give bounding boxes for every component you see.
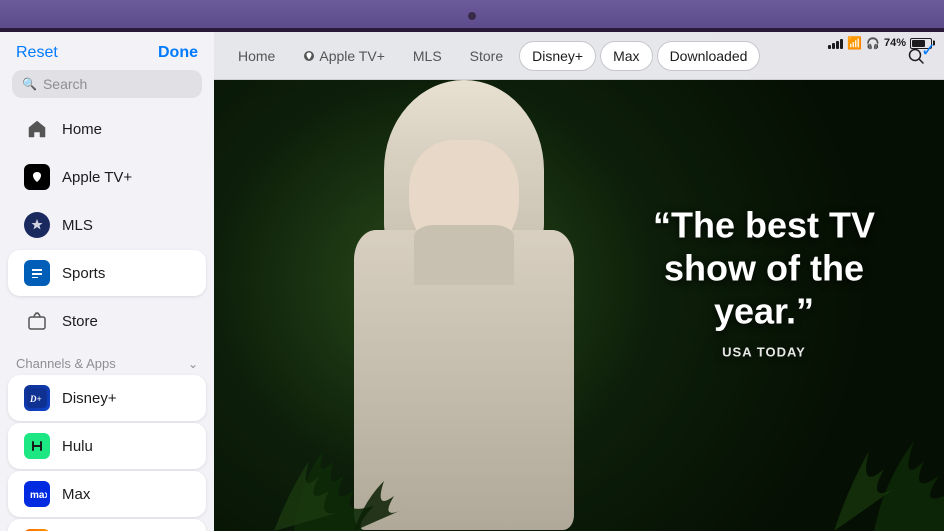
sidebar-item-home-label: Home: [62, 121, 102, 138]
tab-mls[interactable]: MLS: [401, 42, 454, 70]
channels-section-header[interactable]: Channels & Apps ⌄: [0, 348, 214, 375]
sidebar-item-max[interactable]: max Max: [8, 471, 206, 517]
sidebar-header: Reset Done: [0, 32, 214, 70]
signal-bar-1: [828, 45, 831, 49]
sports-icon: [24, 260, 50, 286]
checkmark-button[interactable]: ✓: [921, 40, 936, 61]
sidebar-item-peacock[interactable]: Peacock: [8, 519, 206, 531]
search-bar[interactable]: 🔍 Search: [12, 70, 202, 98]
app-container: Reset Done 🔍 Search Home: [0, 32, 944, 531]
appletv-icon: [24, 164, 50, 190]
sidebar-nav: Home Apple TV+ MLS: [0, 106, 214, 531]
hero-text-block: “The best TV show of the year.” USA TODA…: [624, 203, 904, 360]
channels-section-title: Channels & Apps: [16, 356, 116, 371]
store-icon: [24, 308, 50, 334]
hulu-icon: [24, 433, 50, 459]
tab-appletv[interactable]: Apple TV+: [291, 42, 397, 70]
mls-icon: [24, 212, 50, 238]
signal-bar-3: [836, 41, 839, 49]
search-icon: 🔍: [22, 77, 37, 91]
battery-percent: 74%: [884, 37, 906, 49]
max-icon: max: [24, 481, 50, 507]
sidebar-item-mls[interactable]: MLS: [8, 202, 206, 248]
sidebar: Reset Done 🔍 Search Home: [0, 32, 214, 531]
hero-area: “The best TV show of the year.” USA TODA…: [214, 32, 944, 531]
sidebar-item-sports-label: Sports: [62, 265, 105, 282]
svg-text:max: max: [30, 490, 47, 501]
appletv-tab-icon: [303, 50, 315, 62]
sidebar-item-disney[interactable]: D+ Disney+: [8, 375, 206, 421]
reset-button[interactable]: Reset: [16, 44, 58, 62]
tab-disney[interactable]: Disney+: [519, 41, 596, 71]
sidebar-item-hulu-label: Hulu: [62, 438, 93, 455]
sidebar-item-appletv[interactable]: Apple TV+: [8, 154, 206, 200]
done-button[interactable]: Done: [158, 44, 198, 62]
sidebar-item-appletv-label: Apple TV+: [62, 169, 132, 186]
sidebar-item-sports[interactable]: Sports: [8, 250, 206, 296]
bluetooth-icon: 🎧: [866, 37, 880, 50]
search-placeholder: Search: [43, 76, 87, 92]
signal-icon: [828, 37, 843, 49]
main-content: “The best TV show of the year.” USA TODA…: [214, 32, 944, 531]
tab-downloaded[interactable]: Downloaded: [657, 41, 761, 71]
wifi-icon: 📶: [847, 36, 862, 50]
sidebar-item-max-label: Max: [62, 486, 90, 503]
hero-source: USA TODAY: [624, 345, 904, 360]
sidebar-item-home[interactable]: Home: [8, 106, 206, 152]
home-icon: [24, 116, 50, 142]
front-camera: [468, 12, 476, 20]
channels-chevron-icon: ⌄: [188, 357, 198, 371]
hero-background: “The best TV show of the year.” USA TODA…: [214, 32, 944, 531]
tab-store[interactable]: Store: [458, 42, 515, 70]
sidebar-item-disney-label: Disney+: [62, 390, 117, 407]
tab-appletv-label: Apple TV+: [319, 48, 385, 64]
sidebar-item-hulu[interactable]: Hulu: [8, 423, 206, 469]
hero-quote: “The best TV show of the year.”: [624, 203, 904, 333]
sidebar-item-store-label: Store: [62, 313, 98, 330]
sidebar-item-mls-label: MLS: [62, 217, 93, 234]
signal-bar-4: [840, 39, 843, 49]
tab-max[interactable]: Max: [600, 41, 652, 71]
sidebar-item-store[interactable]: Store: [8, 298, 206, 344]
device-frame-top: [0, 0, 944, 32]
svg-text:D+: D+: [29, 394, 42, 404]
signal-bar-2: [832, 43, 835, 49]
disney-icon: D+: [24, 385, 50, 411]
tab-home[interactable]: Home: [226, 42, 287, 70]
